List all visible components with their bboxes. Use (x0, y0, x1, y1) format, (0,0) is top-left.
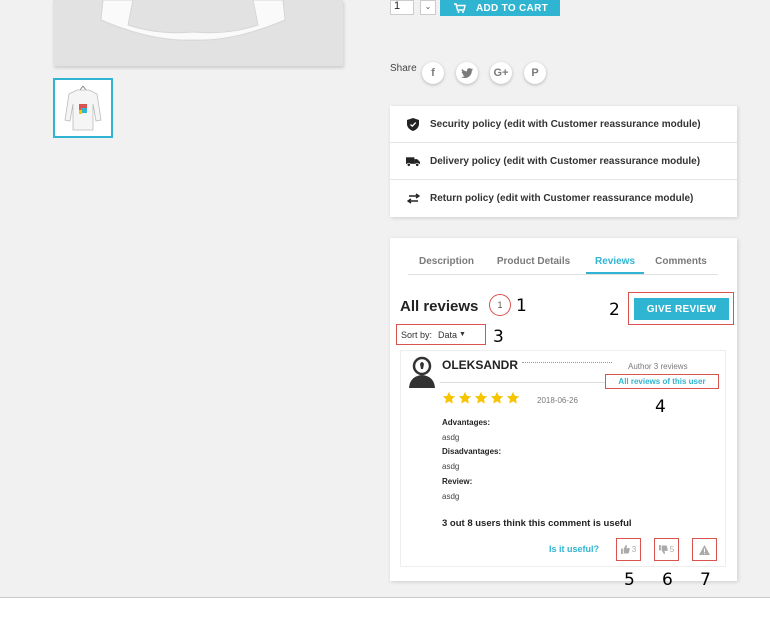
star-icon (458, 391, 472, 404)
google-plus-share-button[interactable]: G+ (490, 62, 512, 84)
disadvantages-label: Disadvantages: (442, 447, 502, 456)
disadvantages-value: asdg (442, 462, 460, 471)
pinterest-icon: P (531, 67, 539, 79)
all-reviews-heading: All reviews (400, 298, 479, 315)
usefulness-summary: 3 out 8 users think this comment is usef… (442, 518, 632, 529)
annotation-label: 3 (493, 327, 504, 347)
star-icon (506, 391, 520, 404)
tab-description[interactable]: Description (408, 250, 485, 274)
sort-dropdown[interactable]: Sort by: Data ▼ (396, 324, 486, 345)
return-arrows-icon (406, 193, 420, 204)
annotation-label: 6 (662, 570, 673, 590)
tab-product-details[interactable]: Product Details (485, 250, 582, 274)
product-tabs: Description Product Details Reviews Comm… (408, 250, 718, 275)
tab-reviews[interactable]: Reviews (586, 250, 644, 274)
reassurance-block: Security policy (edit with Customer reas… (390, 106, 737, 217)
pinterest-share-button[interactable]: P (524, 62, 546, 84)
review-date: 2018-06-26 (537, 396, 578, 405)
facebook-icon: f (431, 67, 435, 79)
review-count-badge: 1 (489, 294, 511, 316)
author-review-count: Author 3 reviews (628, 362, 688, 371)
product-main-image (53, 0, 343, 66)
reassurance-delivery: Delivery policy (edit with Customer reas… (390, 143, 737, 180)
advantages-label: Advantages: (442, 418, 491, 427)
all-reviews-of-user-link[interactable]: All reviews of this user (605, 374, 719, 389)
is-it-useful-label: Is it useful? (549, 544, 600, 554)
reassurance-security: Security policy (edit with Customer reas… (390, 106, 737, 143)
facebook-share-button[interactable]: f (422, 62, 444, 84)
like-count: 3 (631, 545, 637, 554)
username-divider (522, 362, 612, 363)
sort-value: Data (438, 329, 458, 340)
annotation-label: 5 (624, 570, 635, 590)
truck-icon (406, 156, 420, 167)
header-divider (440, 382, 605, 383)
review-username: OLEKSANDR (442, 358, 519, 372)
dislike-count: 5 (669, 545, 675, 554)
reassurance-text: Return policy (edit with Customer reassu… (430, 193, 694, 204)
cart-icon (454, 3, 466, 13)
star-icon (442, 391, 456, 404)
page-footer-band (0, 597, 770, 623)
twitter-share-button[interactable] (456, 62, 478, 84)
review-value: asdg (442, 492, 460, 501)
add-to-cart-label: ADD TO CART (476, 2, 549, 14)
tab-comments[interactable]: Comments (644, 250, 718, 274)
quantity-input[interactable]: 1 (390, 0, 414, 15)
share-label: Share (390, 63, 417, 74)
advantages-value: asdg (442, 433, 460, 442)
reassurance-return: Return policy (edit with Customer reassu… (390, 180, 737, 217)
star-icon (474, 391, 488, 404)
like-button[interactable]: 3 (616, 538, 641, 561)
product-thumbnail[interactable] (53, 78, 113, 138)
sort-label: Sort by: (401, 329, 433, 340)
star-rating (442, 391, 520, 405)
twitter-icon (461, 68, 473, 78)
google-plus-icon: G+ (493, 67, 509, 79)
shield-icon (406, 117, 420, 131)
quantity-down-button[interactable]: ⌄ (420, 0, 436, 15)
report-abuse-button[interactable] (692, 538, 717, 561)
reassurance-text: Delivery policy (edit with Customer reas… (430, 155, 701, 167)
annotation-label: 2 (609, 300, 620, 320)
annotation-label: 7 (700, 570, 711, 590)
caret-down-icon: ▼ (459, 331, 466, 338)
thumbs-up-icon (620, 545, 630, 554)
give-review-button[interactable]: GIVE REVIEW (634, 298, 729, 320)
dislike-button[interactable]: 5 (654, 538, 679, 561)
reassurance-text: Security policy (edit with Customer reas… (430, 118, 701, 130)
thumbs-down-icon (658, 545, 668, 554)
warning-icon (699, 544, 710, 555)
review-label: Review: (442, 477, 473, 486)
user-avatar-icon (407, 356, 437, 388)
add-to-cart-button[interactable]: ADD TO CART (440, 0, 560, 16)
star-icon (490, 391, 504, 404)
annotation-label: 1 (516, 296, 527, 316)
annotation-label: 4 (655, 397, 666, 417)
